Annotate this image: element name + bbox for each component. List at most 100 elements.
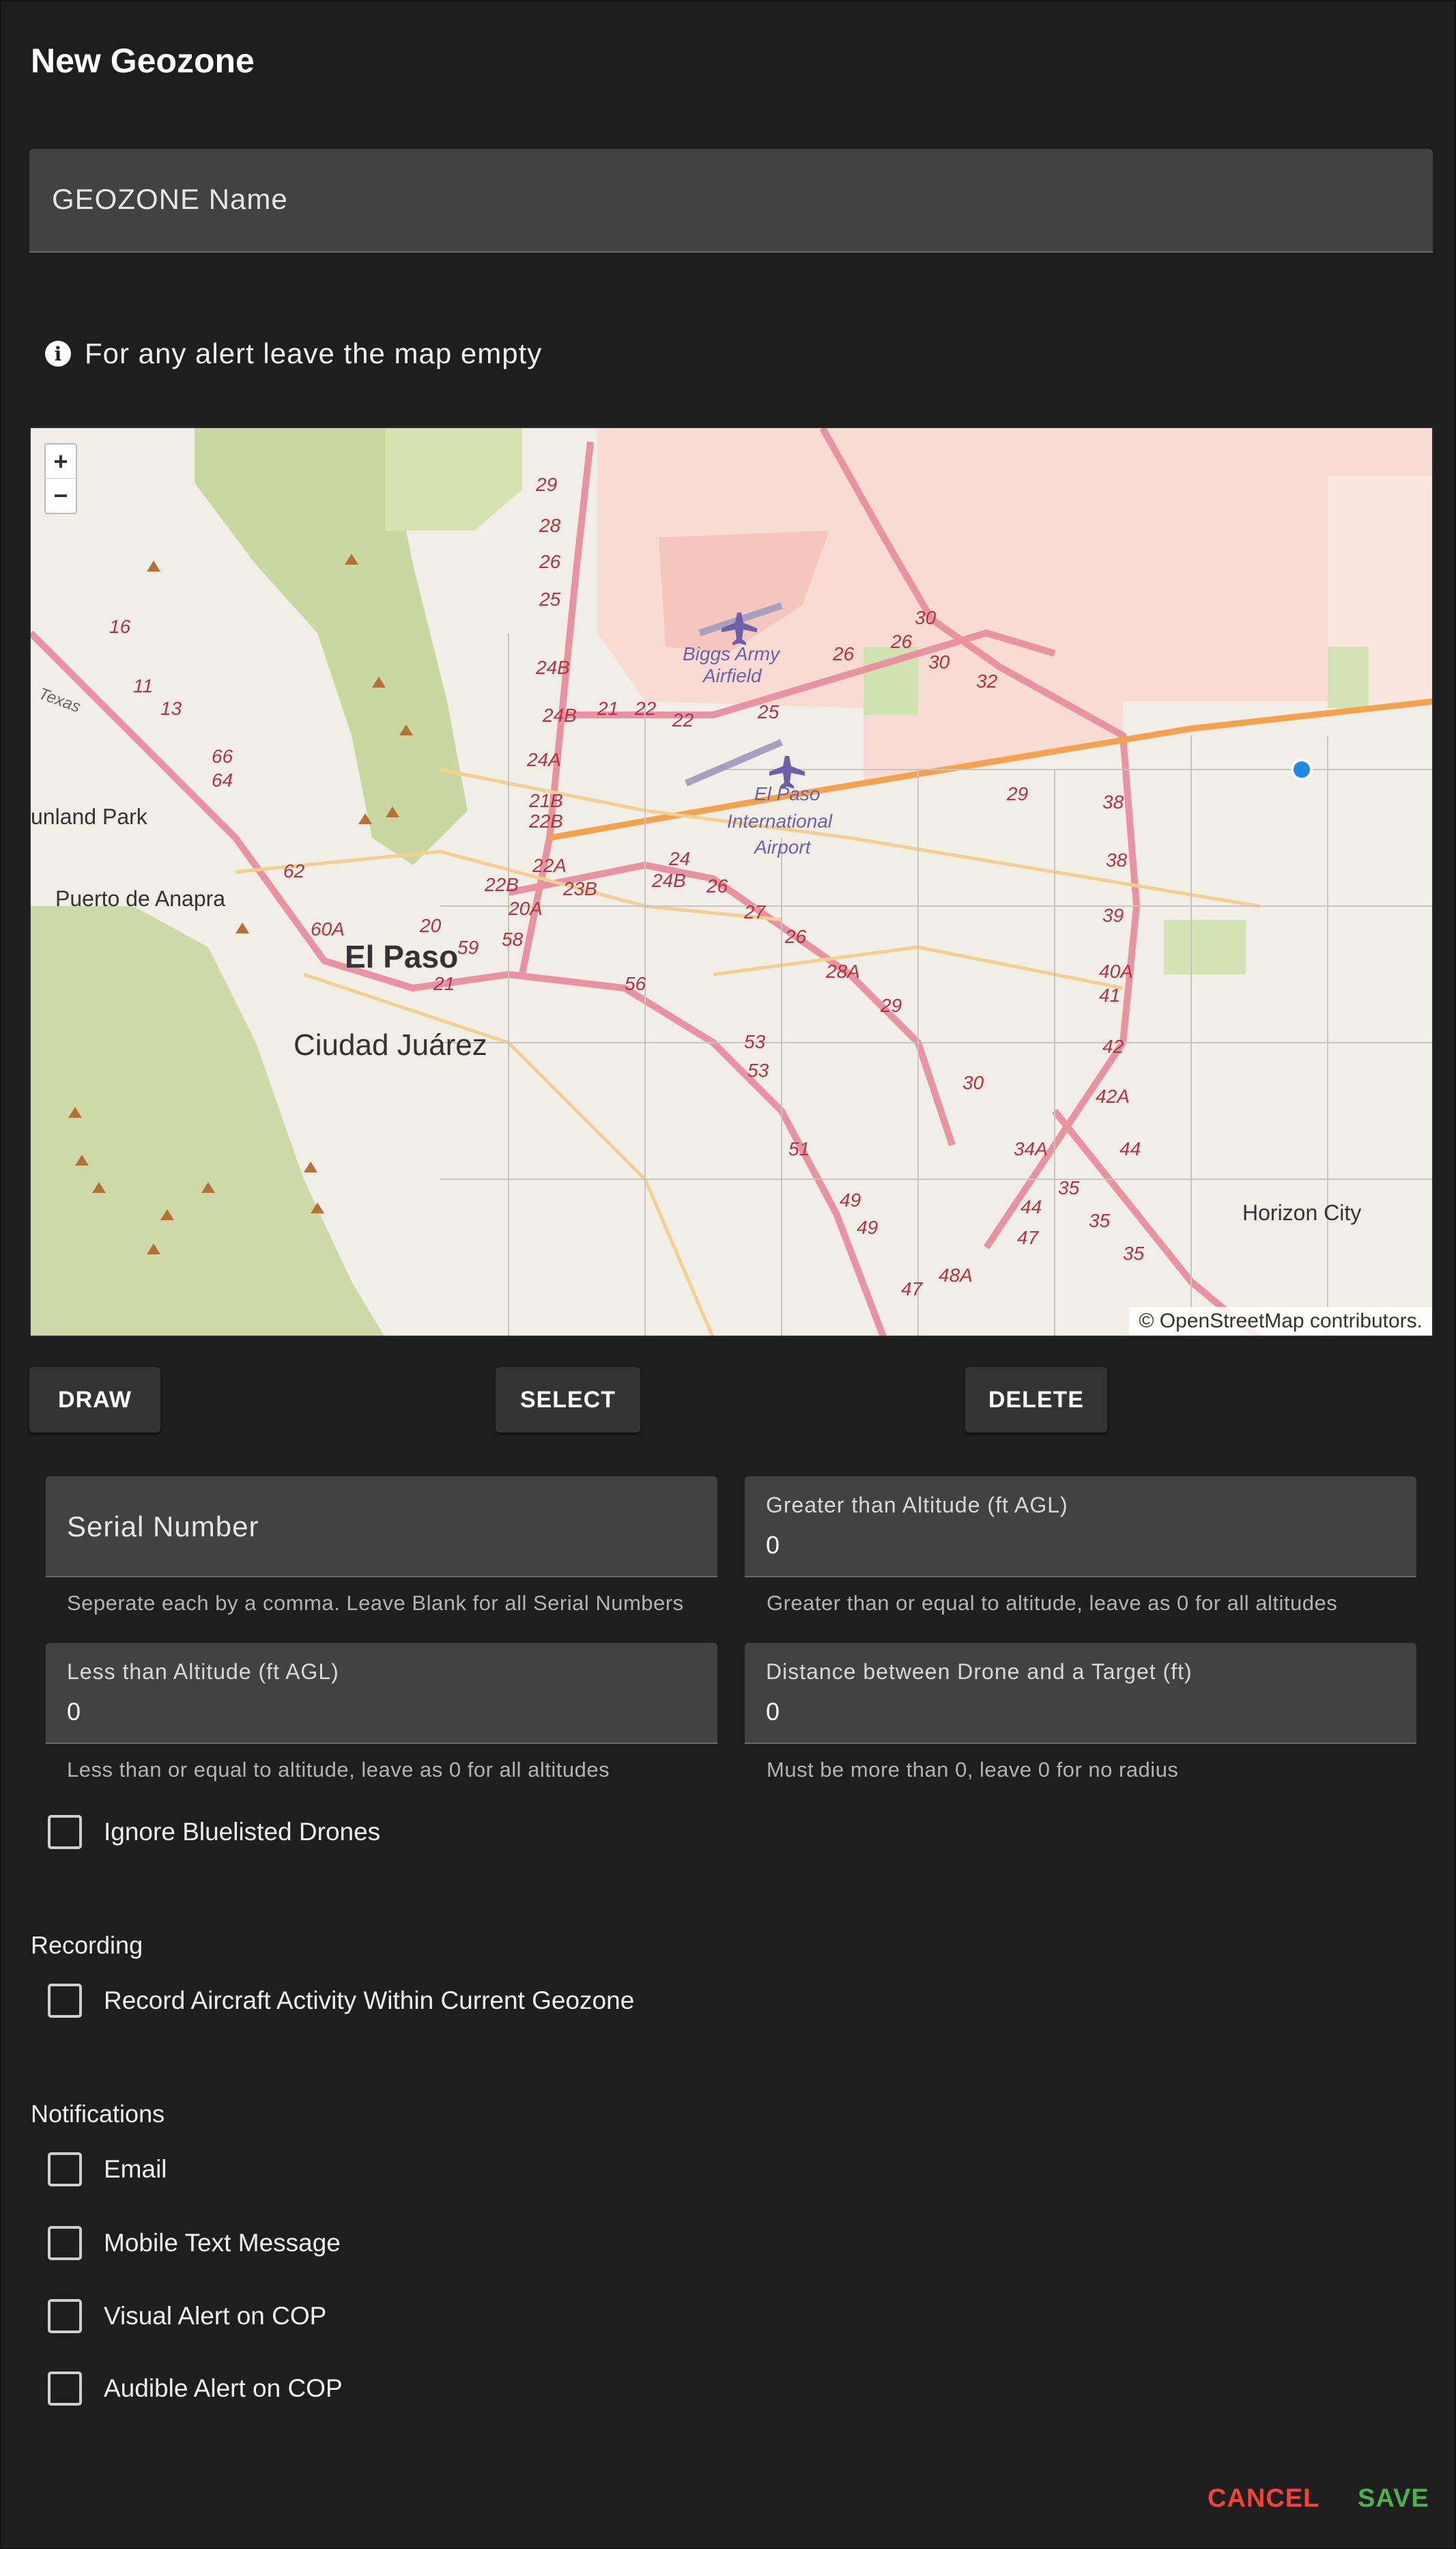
map-label-horizon-city: Horizon City (1242, 1200, 1361, 1225)
map-label-ciudad-juarez: Ciudad Juárez (294, 1028, 487, 1062)
audible-alert-label: Audible Alert on COP (104, 2374, 343, 2402)
sms-label: Mobile Text Message (104, 2229, 341, 2257)
route-number-label: 35 (1123, 1243, 1145, 1264)
visual-alert-label: Visual Alert on COP (104, 2302, 327, 2330)
route-number-label: 22B (528, 811, 563, 832)
email-label: Email (104, 2155, 167, 2183)
ignore-bluelisted-row[interactable]: Ignore Bluelisted Drones (48, 1815, 380, 1849)
map-label-puerto-de-anapra: Puerto de Anapra (55, 886, 225, 911)
email-row[interactable]: Email (48, 2152, 167, 2186)
record-activity-row[interactable]: Record Aircraft Activity Within Current … (48, 1984, 634, 2018)
audible-alert-checkbox[interactable] (48, 2371, 82, 2406)
cancel-button[interactable]: CANCEL (1208, 2484, 1319, 2513)
distance-value: 0 (766, 1698, 780, 1726)
distance-input[interactable]: Distance between Drone and a Target (ft)… (745, 1643, 1416, 1744)
route-number-label: 29 (535, 474, 557, 495)
audible-alert-row[interactable]: Audible Alert on COP (48, 2371, 343, 2406)
route-number-label: 26 (706, 875, 728, 897)
route-number-label: 39 (1102, 905, 1124, 926)
email-checkbox[interactable] (48, 2152, 82, 2186)
recording-heading: Recording (31, 1931, 143, 1959)
route-number-label: 62 (283, 860, 305, 882)
route-number-label: 51 (788, 1138, 810, 1159)
route-number-label: 35 (1058, 1177, 1080, 1198)
ignore-bluelisted-checkbox[interactable] (48, 1815, 82, 1849)
record-activity-label: Record Aircraft Activity Within Current … (104, 1986, 635, 2014)
map-attribution[interactable]: © OpenStreetMap contributors. (1129, 1307, 1432, 1336)
map-label-airport-3: Airport (753, 836, 812, 858)
route-number-label: 25 (757, 701, 780, 722)
delete-button[interactable]: DELETE (965, 1367, 1107, 1433)
greater-altitude-input[interactable]: Greater than Altitude (ft AGL) 0 (745, 1476, 1416, 1577)
notifications-heading: Notifications (31, 2100, 165, 2128)
zoom-out-button[interactable]: − (46, 479, 76, 513)
map-label-texas: Texas (36, 684, 83, 716)
route-number-label: 22 (672, 709, 694, 731)
route-number-label: 42 (1102, 1036, 1124, 1057)
visual-alert-checkbox[interactable] (48, 2299, 82, 2333)
route-number-label: 29 (1006, 783, 1028, 804)
route-number-label: 20A (508, 898, 543, 919)
route-number-label: 66 (212, 746, 233, 767)
map-label-biggs-2: Airfield (702, 665, 762, 686)
route-number-label: 35 (1089, 1210, 1111, 1231)
route-number-label: 58 (502, 929, 524, 950)
route-number-label: 42A (1096, 1086, 1130, 1107)
route-number-label: 28A (825, 961, 860, 982)
route-number-label: 53 (747, 1060, 769, 1081)
sms-row[interactable]: Mobile Text Message (48, 2226, 341, 2260)
route-number-label: 26 (832, 643, 855, 664)
route-number-label: 49 (840, 1189, 861, 1211)
route-number-label: 60A (311, 918, 345, 940)
route-number-label: 47 (901, 1278, 924, 1299)
record-activity-checkbox[interactable] (48, 1984, 82, 2018)
map-label-sunland-park: unland Park (31, 804, 148, 829)
route-number-label: 56 (625, 973, 646, 994)
route-number-label: 26 (784, 926, 807, 947)
draw-button[interactable]: DRAW (29, 1367, 160, 1433)
route-number-label: 30 (962, 1072, 984, 1093)
greater-altitude-value: 0 (766, 1531, 780, 1559)
route-number-label: 23B (562, 878, 597, 899)
route-number-label: 30 (915, 607, 937, 628)
sms-checkbox[interactable] (48, 2226, 82, 2260)
route-number-label: 32 (976, 671, 998, 692)
map-label-biggs-1: Biggs Army (683, 643, 781, 664)
route-number-label: 34A (1014, 1138, 1048, 1159)
geozone-name-placeholder: GEOZONE Name (52, 183, 288, 215)
new-geozone-dialog: New Geozone GEOZONE Name i For any alert… (0, 0, 1456, 2549)
route-number-label: 13 (160, 698, 182, 719)
less-altitude-helper: Less than or equal to altitude, leave as… (67, 1758, 610, 1782)
route-number-label: 22B (484, 874, 519, 895)
route-number-label: 21B (528, 790, 563, 811)
geozone-name-input[interactable]: GEOZONE Name (29, 149, 1433, 253)
route-number-label: 38 (1106, 849, 1128, 871)
greater-altitude-helper: Greater than or equal to altitude, leave… (767, 1591, 1338, 1615)
less-altitude-input[interactable]: Less than Altitude (ft AGL) 0 (46, 1643, 717, 1744)
serial-number-input[interactable]: Serial Number (46, 1476, 717, 1577)
geozone-map[interactable]: El Paso Ciudad Juárez Horizon City Puert… (29, 427, 1433, 1337)
visual-alert-row[interactable]: Visual Alert on COP (48, 2299, 326, 2333)
select-button[interactable]: SELECT (496, 1367, 640, 1433)
save-button[interactable]: SAVE (1358, 2484, 1429, 2513)
route-number-label: 11 (133, 675, 153, 696)
route-number-label: 29 (880, 995, 902, 1016)
route-number-label: 24B (535, 657, 570, 678)
map-label-el-paso: El Paso (345, 939, 458, 974)
greater-altitude-label: Greater than Altitude (ft AGL) (766, 1493, 1068, 1517)
route-number-label: 59 (457, 937, 479, 958)
route-number-label: 22 (634, 698, 657, 719)
ignore-bluelisted-label: Ignore Bluelisted Drones (104, 1818, 381, 1846)
route-number-label: 24 (668, 848, 690, 869)
route-number-label: 21 (433, 973, 455, 994)
route-number-label: 16 (109, 616, 131, 637)
zoom-in-button[interactable]: + (46, 445, 76, 479)
route-number-label: 26 (539, 551, 561, 572)
info-text: For any alert leave the map empty (85, 337, 543, 369)
route-number-label: 48A (939, 1265, 973, 1286)
location-marker[interactable] (1291, 759, 1313, 780)
route-number-label: 30 (928, 651, 950, 673)
zoom-control: + − (44, 443, 77, 514)
serial-number-label: Serial Number (67, 1510, 259, 1543)
route-number-label: 40A (1099, 961, 1133, 982)
